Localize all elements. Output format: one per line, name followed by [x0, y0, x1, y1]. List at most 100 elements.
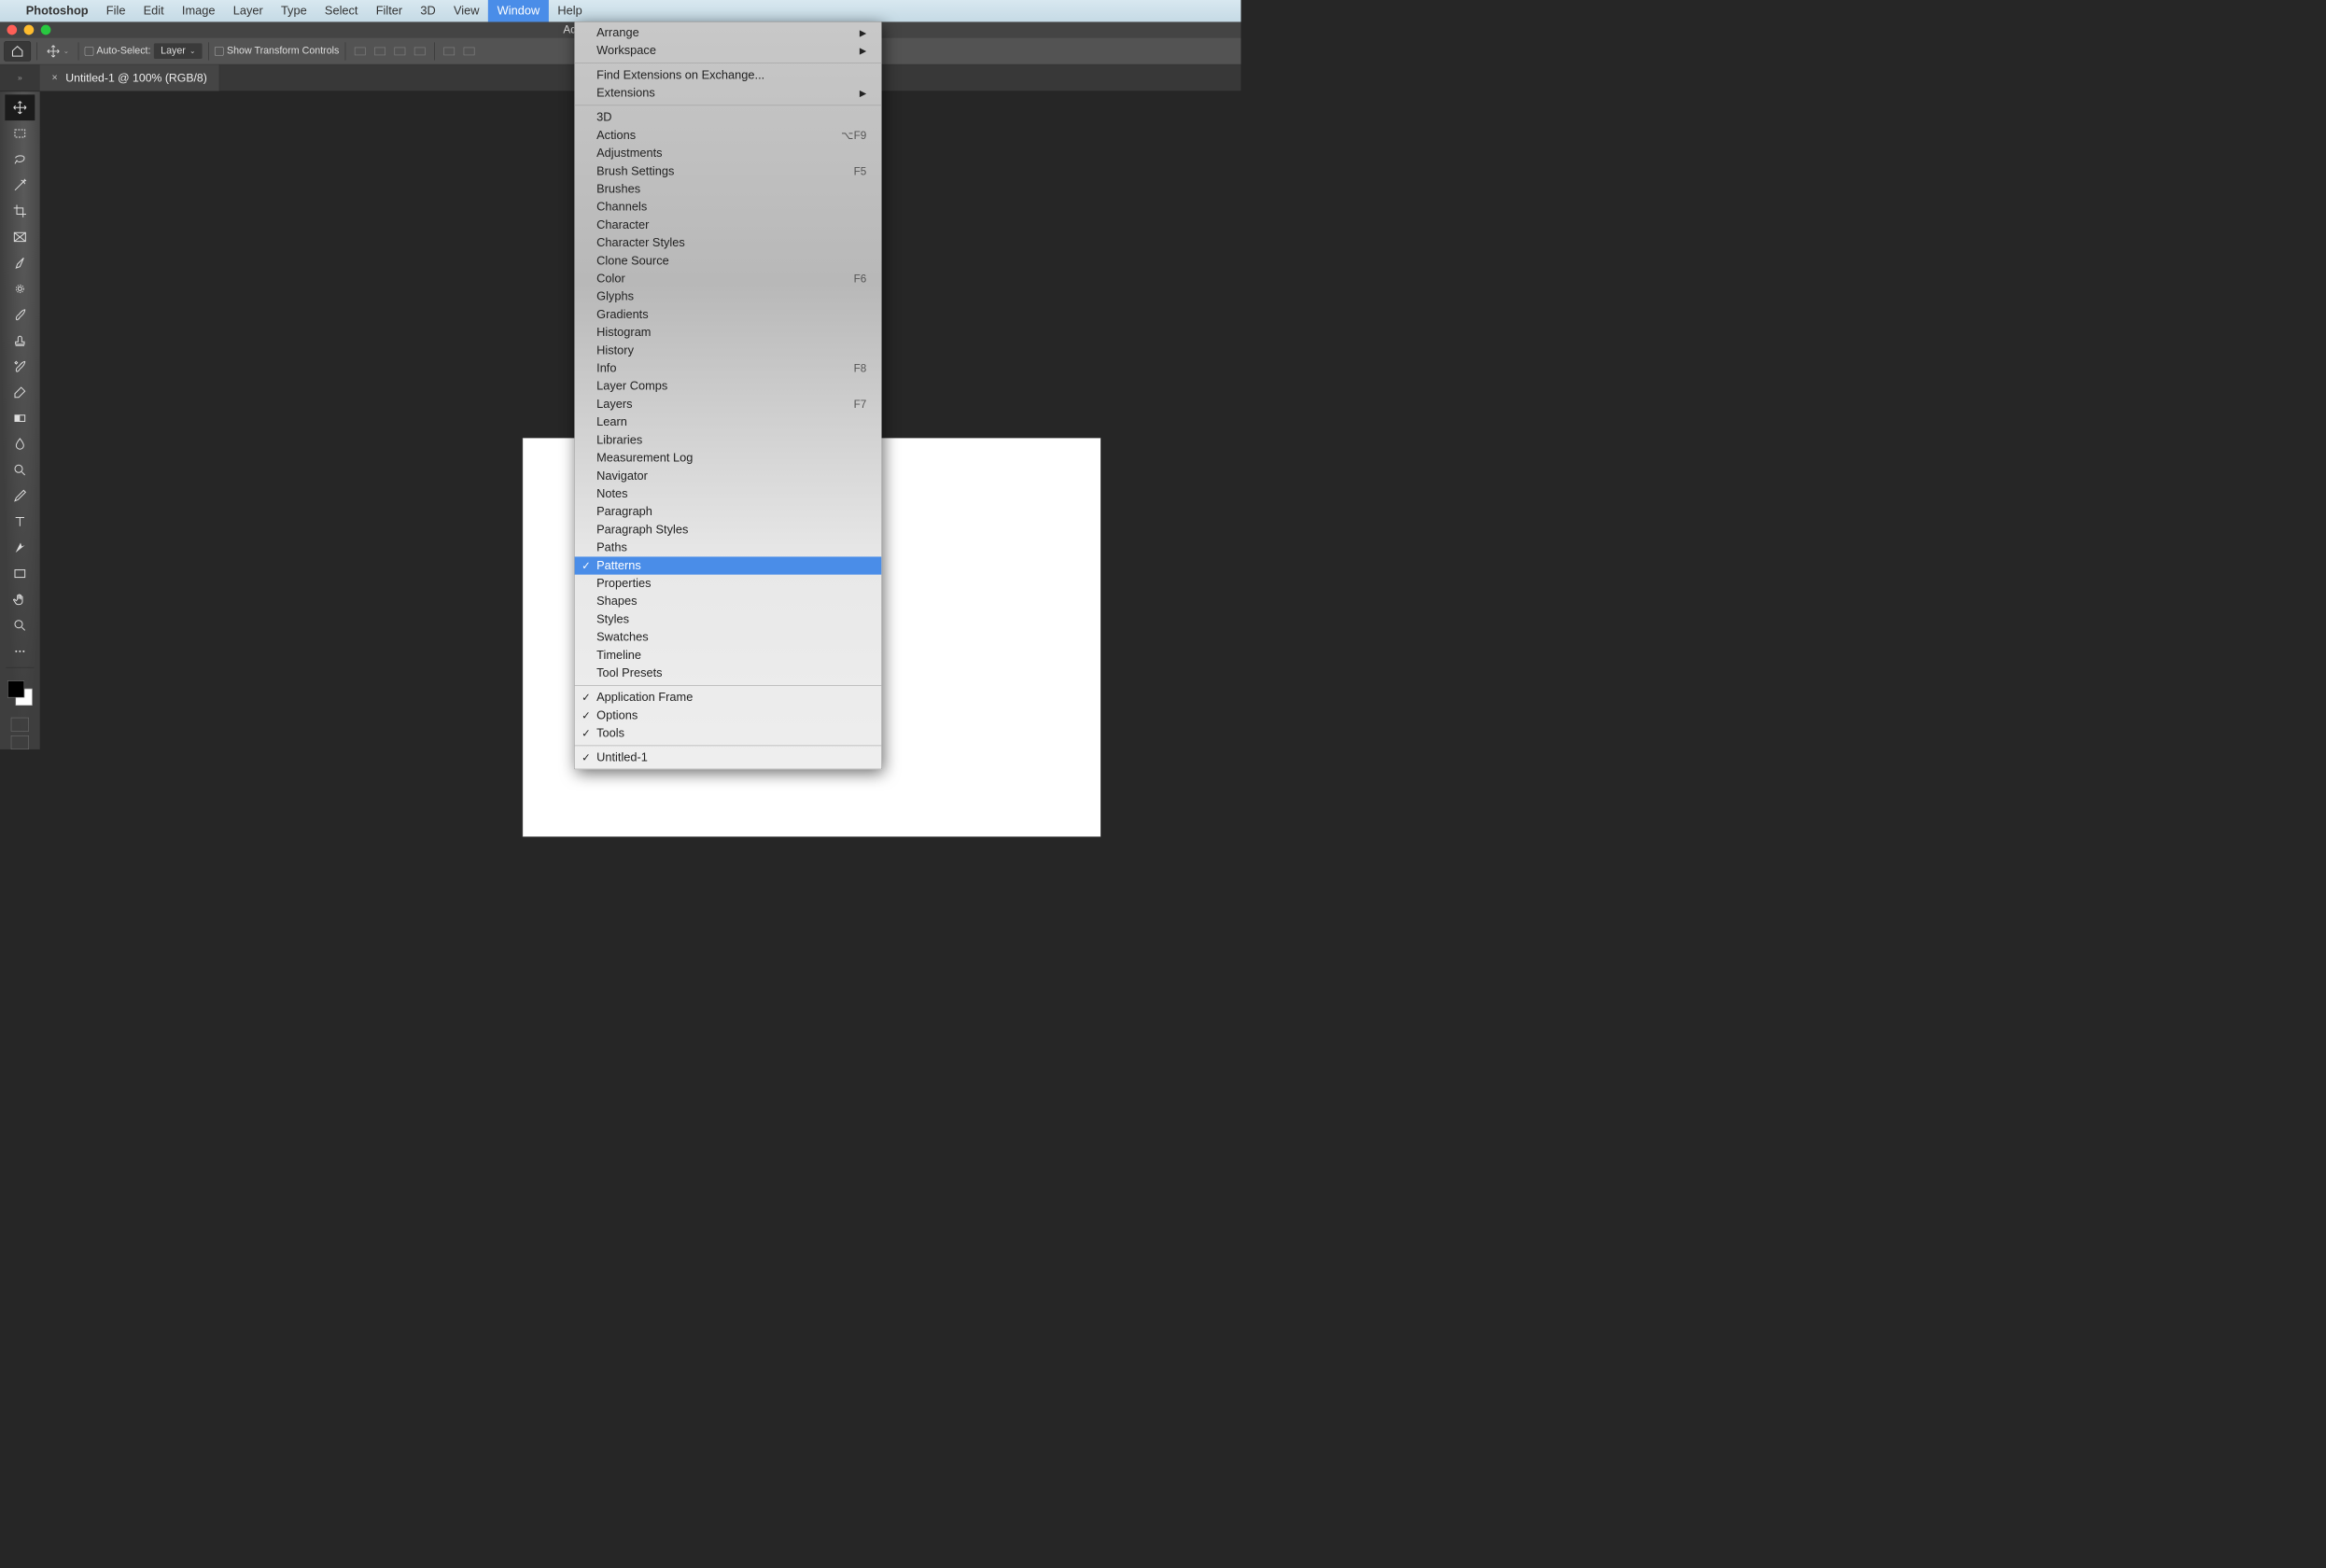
document-tab[interactable]: × Untitled-1 @ 100% (RGB/8) [40, 64, 219, 91]
menu-item-shapes[interactable]: Shapes [575, 593, 882, 610]
menu-item-character-styles[interactable]: Character Styles [575, 234, 882, 252]
menu-item-clone-source[interactable]: Clone Source [575, 252, 882, 270]
menu-item-3d[interactable]: 3D [575, 108, 882, 126]
type-tool[interactable] [5, 509, 35, 535]
menu-item-character[interactable]: Character [575, 217, 882, 234]
menu-item-paragraph-styles[interactable]: Paragraph Styles [575, 521, 882, 539]
menu-item-extensions[interactable]: Extensions▶ [575, 84, 882, 102]
brush-tool[interactable] [5, 301, 35, 328]
heal-tool[interactable] [5, 276, 35, 302]
menu-item-adjustments[interactable]: Adjustments [575, 145, 882, 162]
menu-item-libraries[interactable]: Libraries [575, 431, 882, 449]
align-right-icon[interactable] [391, 43, 408, 60]
panel-collapse-icon[interactable]: » [0, 64, 40, 91]
more-tools[interactable] [5, 638, 35, 665]
zoom-window-button[interactable] [41, 25, 51, 35]
menubar-select[interactable]: Select [315, 0, 367, 21]
menu-item-timeline[interactable]: Timeline [575, 646, 882, 664]
path-select-tool[interactable] [5, 535, 35, 561]
menu-item-layer-comps[interactable]: Layer Comps [575, 377, 882, 395]
menubar-view[interactable]: View [444, 0, 488, 21]
submenu-arrow-icon: ▶ [860, 88, 866, 98]
menu-item-brush-settings[interactable]: Brush SettingsF5 [575, 162, 882, 180]
menubar-3d[interactable]: 3D [412, 0, 445, 21]
zoom-tool[interactable] [5, 612, 35, 638]
align-hcenter-icon[interactable] [371, 43, 388, 60]
menubar-edit[interactable]: Edit [134, 0, 173, 21]
blur-tool[interactable] [5, 431, 35, 457]
distribute-h-icon[interactable] [441, 43, 457, 60]
menubar-app[interactable]: Photoshop [17, 0, 97, 21]
menu-item-tools[interactable]: ✓Tools [575, 724, 882, 742]
wand-tool[interactable] [5, 173, 35, 199]
align-left-icon[interactable] [352, 43, 369, 60]
menu-item-learn[interactable]: Learn [575, 413, 882, 431]
menubar-window[interactable]: Window [488, 0, 549, 21]
home-button[interactable] [4, 41, 31, 61]
menubar-help[interactable]: Help [549, 0, 592, 21]
shape-tool[interactable] [5, 561, 35, 587]
eraser-tool[interactable] [5, 380, 35, 406]
menu-item-histogram[interactable]: Histogram [575, 324, 882, 342]
pen-tool[interactable] [5, 483, 35, 509]
auto-select-target-dropdown[interactable]: Layer⌄ [154, 43, 203, 59]
menubar-type[interactable]: Type [272, 0, 315, 21]
menu-item-styles[interactable]: Styles [575, 610, 882, 628]
menu-item-layers[interactable]: LayersF7 [575, 396, 882, 413]
menu-item-options[interactable]: ✓Options [575, 707, 882, 724]
menu-item-swatches[interactable]: Swatches [575, 628, 882, 646]
menu-item-paths[interactable]: Paths [575, 539, 882, 556]
close-tab-icon[interactable]: × [51, 72, 57, 83]
move-tool-icon: ⌄ [43, 44, 72, 58]
color-swatches[interactable] [7, 680, 33, 706]
move-tool[interactable] [5, 94, 35, 120]
transform-checkbox[interactable] [215, 47, 224, 56]
transform-label: Show Transform Controls [227, 46, 339, 57]
screenmode-icon[interactable] [11, 735, 29, 749]
menu-item-paragraph[interactable]: Paragraph [575, 503, 882, 521]
stamp-tool[interactable] [5, 328, 35, 354]
tools-panel [0, 91, 40, 749]
menu-item-history[interactable]: History [575, 342, 882, 359]
menu-item-navigator[interactable]: Navigator [575, 467, 882, 484]
menu-item-arrange[interactable]: Arrange▶ [575, 24, 882, 42]
minimize-window-button[interactable] [24, 25, 35, 35]
macos-menubar: Photoshop File Edit Image Layer Type Sel… [0, 0, 1240, 21]
menu-item-glyphs[interactable]: Glyphs [575, 287, 882, 305]
foreground-swatch[interactable] [7, 680, 24, 697]
menu-item-channels[interactable]: Channels [575, 198, 882, 216]
history-brush-tool[interactable] [5, 354, 35, 380]
gradient-tool[interactable] [5, 405, 35, 431]
menu-item-workspace[interactable]: Workspace▶ [575, 42, 882, 60]
menubar-filter[interactable]: Filter [367, 0, 412, 21]
eyedropper-tool[interactable] [5, 250, 35, 276]
menu-item-tool-presets[interactable]: Tool Presets [575, 665, 882, 682]
menu-item-color[interactable]: ColorF6 [575, 270, 882, 287]
dodge-tool[interactable] [5, 457, 35, 483]
auto-select-checkbox[interactable] [85, 47, 94, 56]
frame-tool[interactable] [5, 224, 35, 250]
menu-item-measurement-log[interactable]: Measurement Log [575, 449, 882, 467]
lasso-tool[interactable] [5, 147, 35, 173]
menu-item-gradients[interactable]: Gradients [575, 306, 882, 324]
menu-item-patterns[interactable]: ✓Patterns [575, 556, 882, 574]
menu-item-application-frame[interactable]: ✓Application Frame [575, 689, 882, 707]
quickmask-icon[interactable] [11, 718, 29, 732]
menubar-image[interactable]: Image [173, 0, 224, 21]
hand-tool[interactable] [5, 586, 35, 612]
menubar-layer[interactable]: Layer [224, 0, 272, 21]
crop-tool[interactable] [5, 198, 35, 224]
window-menu: Arrange▶Workspace▶ Find Extensions on Exc… [574, 21, 882, 769]
menu-item-brushes[interactable]: Brushes [575, 180, 882, 198]
menu-item-actions[interactable]: Actions⌥F9 [575, 127, 882, 145]
menu-item-notes[interactable]: Notes [575, 485, 882, 503]
menu-item-properties[interactable]: Properties [575, 575, 882, 593]
menubar-file[interactable]: File [97, 0, 134, 21]
align-top-icon[interactable] [412, 43, 428, 60]
menu-item-untitled-1[interactable]: ✓Untitled-1 [575, 749, 882, 766]
close-window-button[interactable] [7, 25, 17, 35]
marquee-tool[interactable] [5, 120, 35, 147]
menu-item-info[interactable]: InfoF8 [575, 359, 882, 377]
distribute-v-icon[interactable] [461, 43, 478, 60]
menu-item-find-extensions-on-exchange-[interactable]: Find Extensions on Exchange... [575, 66, 882, 84]
